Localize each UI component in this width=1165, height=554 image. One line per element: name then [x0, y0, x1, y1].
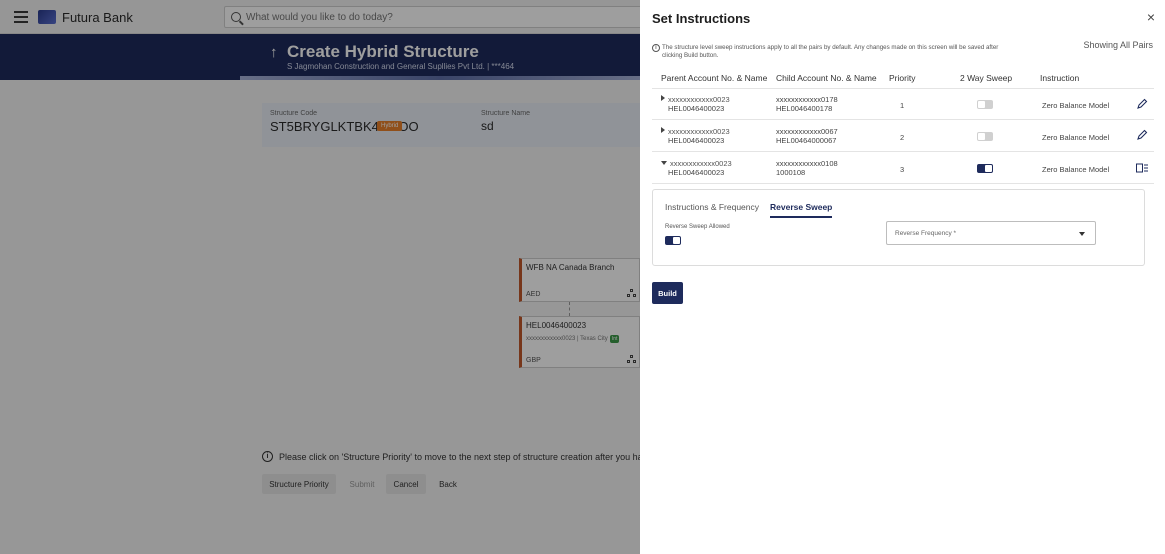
child-account: xxxxxxxxxxxx0067 HEL00464000067: [776, 127, 838, 145]
header-child: Child Account No. & Name: [776, 73, 877, 83]
reverse-frequency-select[interactable]: Reverse Frequency *: [886, 221, 1096, 245]
header-priority: Priority: [889, 73, 916, 83]
table-row[interactable]: xxxxxxxxxxxx0023 HEL0046400023 xxxxxxxxx…: [652, 120, 1154, 152]
parent-acc-number: xxxxxxxxxxxx0023: [670, 159, 732, 168]
child-acc-number: xxxxxxxxxxxx0178: [776, 95, 838, 104]
parent-account[interactable]: xxxxxxxxxxxx0023 HEL0046400023: [661, 159, 732, 177]
two-way-sweep-toggle[interactable]: [977, 100, 993, 109]
child-acc-name: HEL0046400178: [776, 104, 833, 113]
set-instructions-panel: Set Instructions × i The structure level…: [640, 0, 1165, 554]
parent-acc-name: HEL0046400023: [668, 104, 725, 113]
build-button[interactable]: Build: [652, 282, 683, 304]
table-row[interactable]: xxxxxxxxxxxx0023 HEL0046400023 xxxxxxxxx…: [652, 152, 1154, 184]
child-acc-name: 1000108: [776, 168, 806, 177]
header-parent: Parent Account No. & Name: [661, 73, 768, 83]
reverse-sweep-toggle[interactable]: [665, 236, 681, 245]
edit-icon[interactable]: [1136, 98, 1148, 110]
info-icon: i: [652, 44, 660, 52]
instruction-value: Zero Balance Model: [1042, 101, 1110, 110]
parent-acc-number: xxxxxxxxxxxx0023: [668, 127, 730, 136]
chevron-down-icon: [1079, 232, 1085, 236]
header-instruction: Instruction: [1040, 73, 1080, 83]
child-acc-name: HEL00464000067: [776, 136, 837, 145]
child-acc-number: xxxxxxxxxxxx0067: [776, 127, 838, 136]
edit-icon[interactable]: [1136, 129, 1148, 141]
priority-value: 3: [900, 165, 905, 174]
panel-info-text: The structure level sweep instructions a…: [662, 44, 999, 59]
parent-acc-name: HEL0046400023: [668, 136, 725, 145]
panel-title: Set Instructions: [652, 11, 751, 26]
sweep-detail-card: Instructions & Frequency Reverse Sweep R…: [652, 189, 1145, 266]
tab-reverse-sweep[interactable]: Reverse Sweep: [770, 202, 833, 218]
child-account: xxxxxxxxxxxx0178 HEL0046400178: [776, 95, 838, 113]
close-icon[interactable]: ×: [1147, 10, 1155, 24]
panel-info: i The structure level sweep instructions…: [652, 44, 1012, 60]
header-two-way-sweep: 2 Way Sweep: [960, 73, 1013, 83]
two-way-sweep-toggle[interactable]: [977, 132, 993, 141]
parent-account[interactable]: xxxxxxxxxxxx0023 HEL0046400023: [661, 127, 730, 145]
priority-value: 2: [900, 133, 905, 142]
child-acc-number: xxxxxxxxxxxx0108: [776, 159, 838, 168]
expand-caret-icon[interactable]: [661, 95, 665, 101]
two-way-sweep-toggle[interactable]: [977, 164, 993, 173]
app-root: Futura Bank ↑ Create Hybrid Structure S …: [0, 0, 1165, 554]
priority-value: 1: [900, 101, 905, 110]
table-row[interactable]: xxxxxxxxxxxx0023 HEL0046400023 xxxxxxxxx…: [652, 88, 1154, 120]
instruction-value: Zero Balance Model: [1042, 165, 1110, 174]
modal-overlay[interactable]: [0, 0, 640, 554]
instruction-value: Zero Balance Model: [1042, 133, 1110, 142]
reverse-frequency-placeholder: Reverse Frequency *: [895, 230, 957, 237]
parent-account[interactable]: xxxxxxxxxxxx0023 HEL0046400023: [661, 95, 730, 113]
expand-caret-icon[interactable]: [661, 127, 665, 133]
child-account: xxxxxxxxxxxx0108 1000108: [776, 159, 838, 177]
parent-acc-number: xxxxxxxxxxxx0023: [668, 95, 730, 104]
tab-instructions-frequency[interactable]: Instructions & Frequency: [665, 202, 759, 212]
parent-acc-name: HEL0046400023: [668, 168, 725, 177]
reverse-sweep-label: Reverse Sweep Allowed: [665, 224, 730, 230]
view-details-icon[interactable]: [1136, 163, 1148, 173]
showing-all-pairs[interactable]: Showing All Pairs: [1083, 40, 1153, 50]
collapse-caret-icon[interactable]: [661, 161, 667, 165]
